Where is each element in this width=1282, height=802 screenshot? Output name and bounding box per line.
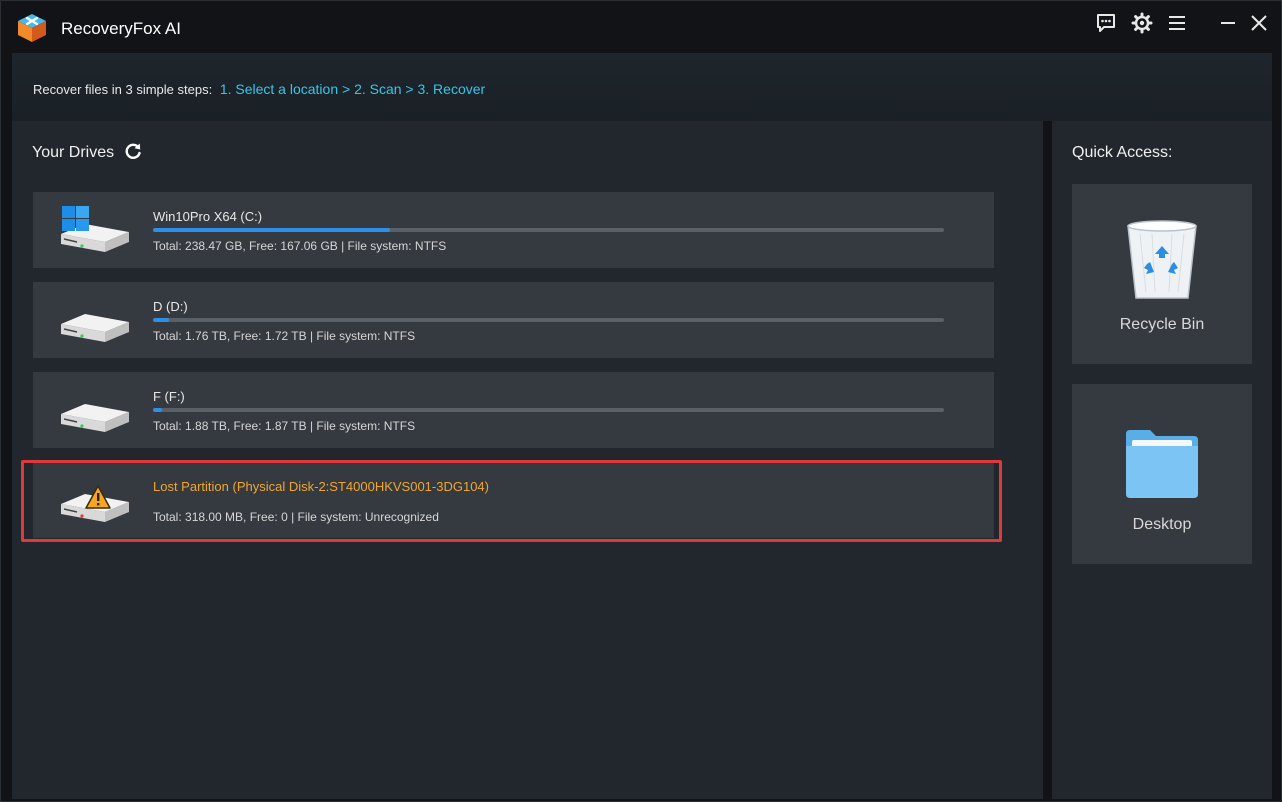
drives-title: Your Drives <box>32 144 115 161</box>
drive-name: Lost Partition (Physical Disk-2:ST4000HK… <box>153 479 489 494</box>
drive-info: Total: 318.00 MB, Free: 0 | File system:… <box>153 510 439 524</box>
close-icon[interactable] <box>1247 11 1271 35</box>
refresh-icon[interactable] <box>123 141 143 161</box>
drive-item-f[interactable]: F (F:) Total: 1.88 TB, Free: 1.87 TB | F… <box>33 372 994 448</box>
hard-drive-icon <box>55 292 131 348</box>
steps-list: 1. Select a location > 2. Scan > 3. Reco… <box>219 81 486 97</box>
lost-partition-warning-icon <box>55 472 131 528</box>
steps-banner: Recover files in 3 simple steps: 1. Sele… <box>12 53 1272 121</box>
drive-usage-bar <box>153 228 944 232</box>
menu-icon[interactable] <box>1165 11 1189 35</box>
quick-access-desktop[interactable]: Desktop <box>1072 384 1252 564</box>
app-logo-icon <box>15 11 49 45</box>
quick-access-title: Quick Access: <box>1072 144 1173 161</box>
title-bar: RecoveryFox AI <box>1 1 1281 53</box>
drive-item-c[interactable]: Win10Pro X64 (C:) Total: 238.47 GB, Free… <box>33 192 994 268</box>
steps-text: Recover files in 3 simple steps: 1. Sele… <box>33 81 485 97</box>
drive-item-d[interactable]: D (D:) Total: 1.76 TB, Free: 1.72 TB | F… <box>33 282 994 358</box>
drive-info: Total: 1.88 TB, Free: 1.87 TB | File sys… <box>153 419 416 433</box>
minimize-icon[interactable] <box>1216 11 1240 35</box>
drive-usage-fill <box>153 228 391 232</box>
drive-usage-bar <box>153 408 944 412</box>
drive-item-lost-partition[interactable]: Lost Partition (Physical Disk-2:ST4000HK… <box>33 462 994 538</box>
system-drive-icon <box>55 202 131 258</box>
quick-access-label: Desktop <box>1132 516 1192 533</box>
drive-name: D (D:) <box>153 299 188 314</box>
app-window: RecoveryFox AI Recover files in 3 simple… <box>0 0 1282 802</box>
drive-usage-bar <box>153 318 944 322</box>
drive-info: Total: 1.76 TB, Free: 1.72 TB | File sys… <box>153 329 416 343</box>
folder-icon <box>1122 418 1202 502</box>
steps-prefix: Recover files in 3 simple steps: <box>33 82 213 97</box>
feedback-icon[interactable] <box>1094 11 1118 35</box>
drive-usage-fill <box>153 408 163 412</box>
drive-info: Total: 238.47 GB, Free: 167.06 GB | File… <box>153 239 447 253</box>
drive-name: F (F:) <box>153 389 185 404</box>
recycle-bin-icon <box>1122 218 1202 302</box>
drive-usage-fill <box>153 318 169 322</box>
app-title: RecoveryFox AI <box>61 19 181 38</box>
drives-panel: Your Drives Win10Pro X64 (C:) Total: 238… <box>12 121 1043 799</box>
drive-name: Win10Pro X64 (C:) <box>153 209 263 224</box>
quick-access-recycle-bin[interactable]: Recycle Bin <box>1072 184 1252 364</box>
settings-icon[interactable] <box>1130 11 1154 35</box>
hard-drive-icon <box>55 382 131 438</box>
quick-access-panel: Quick Access: Recycle Bin Desktop <box>1052 121 1272 799</box>
quick-access-label: Recycle Bin <box>1119 316 1205 333</box>
